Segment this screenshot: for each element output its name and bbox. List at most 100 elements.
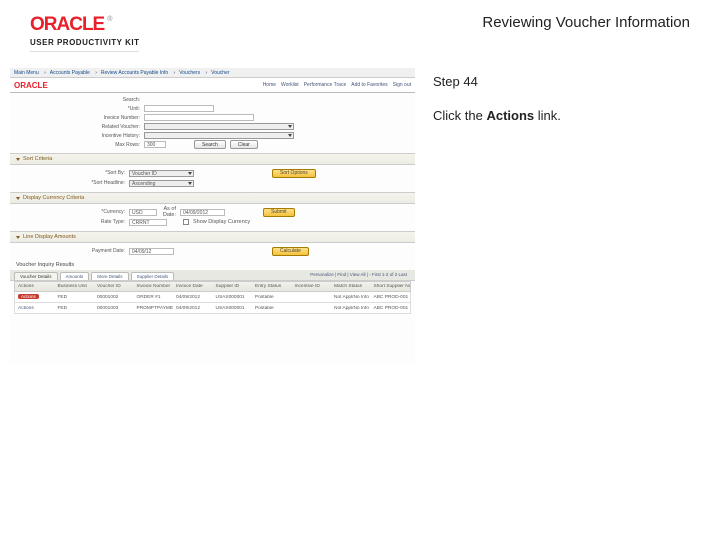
cell-sup: USAS000001 <box>213 306 253 311</box>
link-home[interactable]: Home <box>263 82 276 88</box>
cell-bu: FED <box>55 295 95 300</box>
label-invoice: Invoice Number: <box>80 115 140 121</box>
sort-options-button[interactable]: Sort Options <box>272 169 316 178</box>
search-form: Search: *Unit: Invoice Number: Related V… <box>10 93 415 153</box>
search-button[interactable]: Search <box>194 140 226 149</box>
breadcrumb-item[interactable]: Voucher <box>211 70 229 76</box>
link-signout[interactable]: Sign out <box>393 82 411 88</box>
breadcrumb-item[interactable]: Review Accounts Payable Info <box>101 70 168 76</box>
instruction-text: Click the Actions link. <box>433 107 700 125</box>
label-show-currency: Show Display Currency <box>193 219 250 225</box>
th-match: Match Status <box>331 284 371 289</box>
tab-amounts[interactable]: Amounts <box>60 272 90 280</box>
cell-idate: 04/09/2012 <box>173 295 213 300</box>
breadcrumb: Main Menu › Accounts Payable › Review Ac… <box>10 68 415 78</box>
actions-link[interactable]: Actions <box>18 306 34 311</box>
sort-by-select[interactable]: Voucher ID <box>129 170 194 177</box>
results-title: Voucher Inquiry Results <box>10 260 415 270</box>
th-incentive: Incentive ID <box>292 284 332 289</box>
instruction-panel: Step 44 Click the Actions link. <box>433 68 700 363</box>
date-input[interactable]: 04/09/2012 <box>180 209 225 216</box>
results-pager[interactable]: Personalize | Find | View All | ◦ First … <box>310 272 411 280</box>
app-screenshot: Main Menu › Accounts Payable › Review Ac… <box>10 68 415 363</box>
product-subtitle: USER PRODUCTIVITY KIT <box>30 38 139 47</box>
app-brand-bar: ORACLE Home Worklist Performance Trace A… <box>10 78 415 93</box>
payment-date-input[interactable]: 04/09/12 <box>129 248 174 255</box>
label-max: Max Rows: <box>80 142 140 148</box>
label-sort-headline: *Sort Headline: <box>70 180 125 186</box>
invoice-input[interactable] <box>144 114 254 121</box>
label-sort-by: *Sort By: <box>70 170 125 176</box>
section-display-currency[interactable]: Display Currency Criteria <box>10 192 415 204</box>
instr-post: link. <box>534 108 561 123</box>
show-currency-checkbox[interactable] <box>183 219 189 225</box>
label-payment-date: Payment Date: <box>70 248 125 254</box>
cell-inv: PROMPTPAYMENT <box>134 306 174 311</box>
th-invoice-date: Invoice Date <box>173 284 213 289</box>
tab-more-details[interactable]: More Details <box>91 272 128 280</box>
results-tabs: Voucher Details Amounts More Details Sup… <box>10 270 415 281</box>
th-supplier: Supplier ID <box>213 284 253 289</box>
th-invoice: Invoice Number <box>134 284 174 289</box>
related-select[interactable] <box>144 123 294 130</box>
oracle-logo-small: ORACLE <box>14 81 48 90</box>
main-content: Main Menu › Accounts Payable › Review Ac… <box>0 58 720 363</box>
breadcrumb-item[interactable]: Vouchers <box>179 70 200 76</box>
link-favorites[interactable]: Add to Favorites <box>351 82 387 88</box>
section-line-display[interactable]: Line Display Amounts <box>10 231 415 243</box>
cell-vid: 00001003 <box>94 306 134 311</box>
clear-button[interactable]: Clear <box>230 140 258 149</box>
label-incentive: Incentive History: <box>80 133 140 139</box>
tab-supplier-details[interactable]: Supplier Details <box>131 272 175 280</box>
link-worklist[interactable]: Worklist <box>281 82 299 88</box>
cell-bu: FED <box>55 306 95 311</box>
brand-word: ORACLE <box>30 14 104 36</box>
logo-underline <box>30 51 139 52</box>
cell-ssn: ABC PROD-001 <box>371 295 411 300</box>
breadcrumb-item[interactable]: Main Menu <box>14 70 39 76</box>
incentive-select[interactable] <box>144 132 294 139</box>
section-sort-criteria[interactable]: Sort Criteria <box>10 153 415 165</box>
cell-idate: 04/09/2012 <box>173 306 213 311</box>
label-date: As of Date: <box>161 206 176 218</box>
label-rate: Rate Type: <box>70 219 125 225</box>
table-header: Actions Business Unit Voucher ID Invoice… <box>14 281 411 292</box>
step-label: Step 44 <box>433 74 700 89</box>
cell-est: Postable <box>252 295 292 300</box>
header: ORACLE ® USER PRODUCTIVITY KIT Reviewing… <box>0 0 720 58</box>
rate-input[interactable]: CRRNT <box>129 219 167 226</box>
cell-sup: USAS000001 <box>213 295 253 300</box>
label-currency: *Currency: <box>70 209 125 215</box>
cell-vid: 00001002 <box>94 295 134 300</box>
cell-ms: Not Appl/No Info <box>331 306 371 311</box>
th-short-name: Short Supplier Name <box>371 284 411 289</box>
label-search: Search: <box>80 97 140 103</box>
sort-headline-select[interactable]: Ascending <box>129 180 194 187</box>
link-perf-trace[interactable]: Performance Trace <box>304 82 347 88</box>
trademark-icon: ® <box>107 16 112 23</box>
cell-ssn: ABC PROD-001 <box>371 306 411 311</box>
cell-inv: ORDER #1 <box>134 295 174 300</box>
tab-voucher-details[interactable]: Voucher Details <box>14 272 58 280</box>
page-title: Reviewing Voucher Information <box>482 14 690 31</box>
cell-ms: Not Appl/No Info <box>331 295 371 300</box>
instr-pre: Click the <box>433 108 486 123</box>
instr-bold: Actions <box>486 108 534 123</box>
max-rows-input[interactable]: 300 <box>144 141 166 148</box>
th-bu: Business Unit <box>55 284 95 289</box>
calculate-button[interactable]: Calculate <box>272 247 309 256</box>
table-row: Actions FED 00001002 ORDER #1 04/09/2012… <box>14 292 411 303</box>
cell-est: Postable <box>252 306 292 311</box>
unit-input[interactable] <box>144 105 214 112</box>
label-related: Related Voucher: <box>80 124 140 130</box>
actions-link[interactable]: Actions <box>18 294 39 299</box>
breadcrumb-item[interactable]: Accounts Payable <box>50 70 90 76</box>
logo: ORACLE ® USER PRODUCTIVITY KIT <box>30 14 139 52</box>
th-actions: Actions <box>15 284 55 289</box>
results-table: Actions Business Unit Voucher ID Invoice… <box>14 281 411 314</box>
label-unit: *Unit: <box>80 106 140 112</box>
th-entry: Entry Status <box>252 284 292 289</box>
currency-input[interactable]: USD <box>129 209 157 216</box>
th-voucher-id: Voucher ID <box>94 284 134 289</box>
submit-button[interactable]: Submit <box>263 208 295 217</box>
